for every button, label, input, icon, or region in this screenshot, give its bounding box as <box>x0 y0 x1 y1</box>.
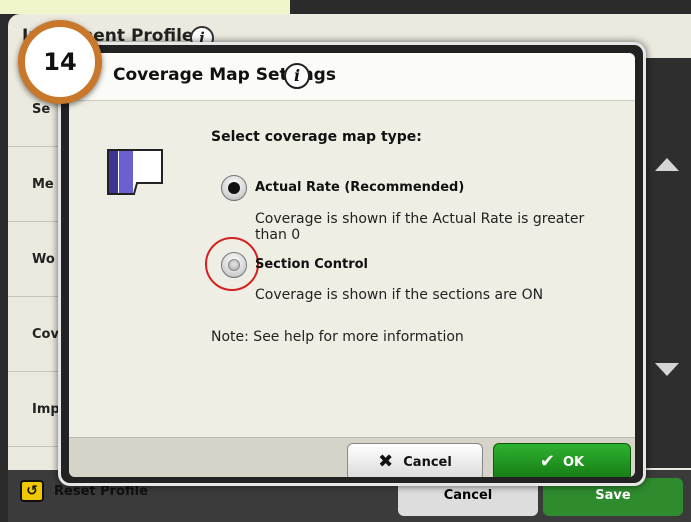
actual-rate-description: Coverage is shown if the Actual Rate is … <box>255 211 585 243</box>
ok-label: OK <box>562 454 585 470</box>
reset-icon: ↺ <box>20 480 44 502</box>
info-icon[interactable]: i <box>284 63 310 89</box>
step-badge: 14 <box>18 20 102 104</box>
x-icon: ✖ <box>378 451 394 472</box>
section-control-label[interactable]: Section Control <box>255 257 368 272</box>
top-strip <box>0 0 290 14</box>
scroll-up-icon[interactable] <box>655 158 679 171</box>
scrollbar[interactable] <box>643 58 691 468</box>
coverage-map-icon <box>107 149 163 195</box>
coverage-type-prompt: Select coverage map type: <box>211 129 422 145</box>
dialog-header: Coverage Map Settings i <box>69 53 635 101</box>
section-control-description: Coverage is shown if the sections are ON <box>255 287 544 303</box>
cancel-button[interactable]: ✖ Cancel <box>347 443 483 477</box>
actual-rate-label[interactable]: Actual Rate (Recommended) <box>255 180 464 195</box>
highlight-circle <box>205 237 259 291</box>
cancel-label: Cancel <box>403 454 452 470</box>
actual-rate-radio[interactable] <box>221 175 247 201</box>
help-note: Note: See help for more information <box>211 329 464 345</box>
coverage-map-dialog: Coverage Map Settings i Select coverage … <box>58 42 646 486</box>
ok-button[interactable]: ✔ OK <box>493 443 631 477</box>
check-icon: ✔ <box>539 451 555 472</box>
dialog-body: Coverage Map Settings i Select coverage … <box>69 53 635 477</box>
scroll-down-icon[interactable] <box>655 363 679 376</box>
